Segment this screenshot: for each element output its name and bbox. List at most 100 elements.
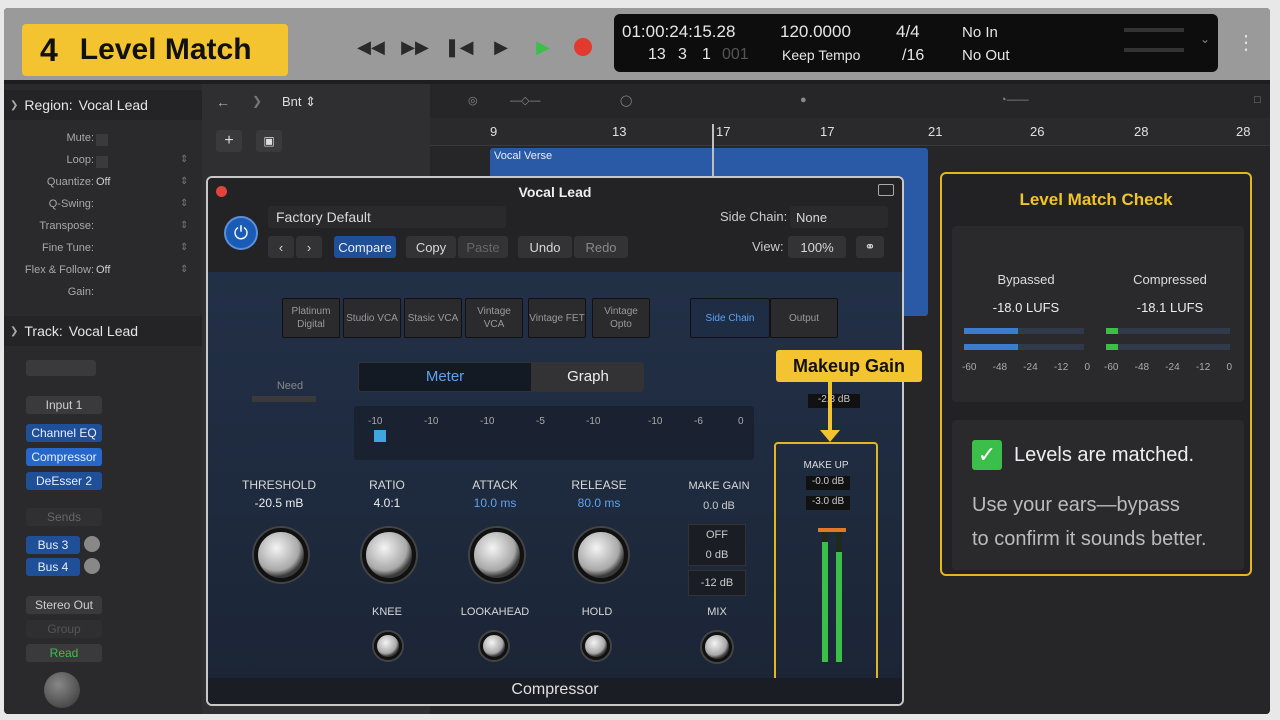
- loop-row[interactable]: Loop: ⇕: [4, 154, 202, 174]
- forward-icon[interactable]: ❯: [252, 94, 262, 108]
- transpose-row[interactable]: Transpose: ⇕: [4, 220, 202, 240]
- compare-label: Compare: [338, 239, 392, 255]
- lcd-display[interactable]: 01:00:24:15.28 13 3 1 001 120.0000 Keep …: [614, 14, 1218, 72]
- view-zoom-menu[interactable]: 100%: [788, 236, 846, 258]
- plugin-slot-eq[interactable]: Channel EQ: [26, 424, 102, 442]
- side-chain-tab[interactable]: Side Chain: [690, 298, 770, 338]
- gr-scale-label: -10: [368, 416, 383, 427]
- copy-button[interactable]: Copy: [406, 236, 456, 258]
- loop-checkbox[interactable]: [96, 156, 108, 168]
- output-slot[interactable]: Stereo Out: [26, 596, 102, 614]
- sends-label: Sends: [26, 508, 102, 526]
- ruler[interactable]: 9 13 17 17 21 26 28 28: [430, 118, 1270, 146]
- power-icon[interactable]: ⏻: [224, 216, 258, 250]
- plugin-slot-compressor[interactable]: Compressor: [26, 448, 102, 466]
- window-mode-icon[interactable]: [878, 184, 894, 196]
- zoom-tool-icon[interactable]: —◇—: [510, 94, 540, 107]
- add-track-icon[interactable]: +: [216, 130, 242, 152]
- snap-menu[interactable]: Bnt ⇕: [282, 94, 316, 110]
- compare-button[interactable]: Compare: [334, 236, 396, 258]
- link-button[interactable]: ⚭: [856, 236, 884, 258]
- rewind-button[interactable]: ◀◀: [354, 30, 388, 64]
- send-knob-4[interactable]: [84, 558, 100, 574]
- gain-value-box: -2.3 dB: [808, 394, 860, 408]
- lcd-bar: 13: [648, 46, 666, 63]
- send-bus-4[interactable]: Bus 4: [26, 558, 80, 576]
- threshold-knob[interactable]: [254, 528, 308, 582]
- off-option[interactable]: OFF: [689, 525, 745, 545]
- plugin-slot-deesser[interactable]: DeEsser 2: [26, 472, 102, 490]
- back-icon[interactable]: ←: [216, 94, 230, 110]
- input-gain-slider[interactable]: [252, 396, 316, 402]
- knee-knob[interactable]: [374, 632, 402, 660]
- compressed-fill-r: [1106, 344, 1119, 350]
- release-knob[interactable]: [574, 528, 628, 582]
- play-button[interactable]: ▶: [484, 30, 518, 64]
- marquee-icon[interactable]: ◯: [620, 94, 632, 107]
- model-vintage-vca[interactable]: Vintage VCA: [465, 298, 523, 338]
- lookahead-knob[interactable]: [480, 632, 508, 660]
- sidechain-menu[interactable]: None: [790, 206, 888, 228]
- bar-28b: 28: [1236, 124, 1251, 139]
- pointer-tool-icon[interactable]: ◎: [468, 94, 478, 107]
- minus-12-db-option[interactable]: -12 dB: [688, 570, 746, 596]
- copy-label: Copy: [415, 239, 447, 255]
- bypassed-value: -18.0 LUFS: [992, 300, 1060, 315]
- quantize-row[interactable]: Quantize: Off ⇕: [4, 176, 202, 196]
- zero-db-option[interactable]: 0 dB: [689, 545, 745, 565]
- qswing-row[interactable]: Q-Swing: ⇕: [4, 198, 202, 218]
- folder-icon[interactable]: ▣: [256, 130, 282, 152]
- model-studio-vca[interactable]: Studio VCA: [343, 298, 401, 338]
- record-button[interactable]: [566, 30, 600, 64]
- mute-checkbox[interactable]: [96, 134, 108, 146]
- fade-icon[interactable]: ●: [800, 94, 807, 106]
- hold-label: HOLD: [581, 606, 613, 618]
- next-preset-button[interactable]: ›: [296, 236, 322, 258]
- chevron-down-icon[interactable]: ⌄: [1200, 32, 1210, 46]
- mute-row[interactable]: Mute:: [4, 132, 202, 152]
- catch-icon[interactable]: ◔——: [1000, 94, 1029, 106]
- finetune-row[interactable]: Fine Tune: ⇕: [4, 242, 202, 262]
- tip-line-1: Use your ears—bypass: [972, 494, 1180, 516]
- settings-slot[interactable]: [26, 360, 96, 376]
- paste-button[interactable]: Paste: [458, 236, 508, 258]
- ratio-knob[interactable]: [362, 528, 416, 582]
- redo-button[interactable]: Redo: [574, 236, 628, 258]
- input-slot[interactable]: Input 1: [26, 396, 102, 414]
- more-icon[interactable]: ⋮: [1236, 30, 1256, 55]
- stepper-icon: ⇕: [180, 264, 189, 275]
- preset-menu[interactable]: Factory Default: [268, 206, 506, 228]
- cycle-play-button[interactable]: ▶: [526, 30, 560, 64]
- attack-knob[interactable]: [470, 528, 524, 582]
- undo-button[interactable]: Undo: [518, 236, 572, 258]
- automation-mode[interactable]: Read: [26, 644, 102, 662]
- send-bus-3[interactable]: Bus 3: [26, 536, 80, 554]
- output-tab[interactable]: Output: [770, 298, 838, 338]
- prev-preset-button[interactable]: ‹: [268, 236, 294, 258]
- pan-knob[interactable]: [44, 672, 80, 708]
- arrange-toolbar: ◎ —◇— ◯ ● ◔—— □: [460, 94, 1261, 116]
- model-stasic-vca[interactable]: Stasic VCA: [404, 298, 462, 338]
- lookahead-label: LOOKAHEAD: [460, 606, 530, 618]
- region-header[interactable]: ❯ Region: Vocal Lead: [4, 90, 202, 120]
- model-platinum-digital[interactable]: Platinum Digital: [282, 298, 340, 338]
- makeup-fader[interactable]: [818, 528, 846, 532]
- send-knob-3[interactable]: [84, 536, 100, 552]
- graph-tab[interactable]: Graph: [532, 362, 644, 392]
- meter-tab[interactable]: Meter: [358, 362, 532, 392]
- record-icon: [574, 38, 592, 56]
- model-vintage-fet[interactable]: Vintage FET: [528, 298, 586, 338]
- gain-row[interactable]: Gain:: [4, 286, 202, 306]
- to-start-button[interactable]: ❚◀: [442, 30, 476, 64]
- flex-row[interactable]: Flex & Follow: Off ⇕: [4, 264, 202, 284]
- mix-knob[interactable]: [702, 632, 732, 662]
- bypassed-meter-l: [964, 328, 1084, 334]
- expand-icon[interactable]: □: [1254, 94, 1261, 106]
- make-gain-switch[interactable]: OFF 0 dB: [688, 524, 746, 566]
- model-vintage-opto[interactable]: Vintage Opto: [592, 298, 650, 338]
- track-header[interactable]: ❯ Track: Vocal Lead: [4, 316, 202, 346]
- fast-forward-button[interactable]: ▶▶: [398, 30, 432, 64]
- side-chain-tab-label: Side Chain: [705, 312, 755, 324]
- hold-knob[interactable]: [582, 632, 610, 660]
- group-slot[interactable]: Group: [26, 620, 102, 638]
